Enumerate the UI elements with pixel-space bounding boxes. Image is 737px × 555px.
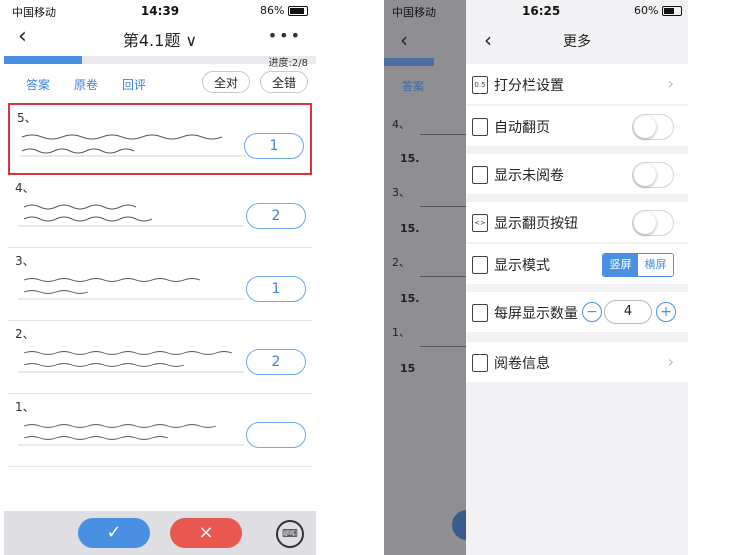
- status-bar: 中国移动 14:39 86%: [4, 0, 316, 22]
- setting-label: 自动翻页: [494, 120, 550, 136]
- setting-label: 打分栏设置: [494, 78, 564, 94]
- confirm-button[interactable]: ✓: [78, 518, 150, 548]
- answer-link[interactable]: 答案: [26, 76, 50, 93]
- bg-line: [420, 206, 466, 207]
- bottom-action-bar: ✓ × ⌨: [4, 511, 316, 555]
- review-link[interactable]: 回评: [122, 76, 146, 93]
- score-badge[interactable]: 2: [246, 203, 306, 229]
- setting-label: 显示模式: [494, 258, 550, 274]
- question-number: 2、: [15, 327, 35, 341]
- setting-page-buttons: <> 显示翻页按钮: [466, 202, 688, 242]
- battery-indicator: 60%: [634, 4, 682, 17]
- handwritten-answer-image: [18, 204, 244, 227]
- panel-header: ‹ 更多: [466, 28, 688, 54]
- page-buttons-toggle[interactable]: [632, 210, 674, 236]
- count-stepper: − 4 +: [582, 300, 676, 324]
- status-bar: 中国移动: [384, 0, 466, 22]
- setting-label: 显示未阅卷: [494, 168, 564, 184]
- question-number: 3、: [15, 254, 35, 268]
- panel-title: 更多: [563, 34, 591, 50]
- setting-auto-page: 自动翻页: [466, 106, 688, 146]
- right-screen: 中国移动 ‹ 答案 4、 15. 3、 15. 2、 15. 1、 15 16:…: [384, 0, 688, 555]
- landscape-option[interactable]: 横屏: [638, 254, 673, 276]
- score-badge[interactable]: 1: [246, 276, 306, 302]
- question-number: 4、: [15, 181, 35, 195]
- list-icon: [472, 304, 488, 322]
- question-item[interactable]: 3、 1: [8, 248, 312, 321]
- progress-fill: [384, 58, 434, 66]
- dimmed-background[interactable]: 中国移动 ‹ 答案 4、 15. 3、 15. 2、 15. 1、 15: [384, 0, 482, 555]
- battery-percent: 60%: [634, 4, 659, 17]
- setting-label: 显示翻页按钮: [494, 216, 578, 232]
- setting-per-screen-count: 每屏显示数量 − 4 +: [466, 292, 688, 332]
- setting-label: 每屏显示数量: [494, 306, 578, 322]
- setting-display-mode: 显示模式 竖屏 横屏: [466, 244, 688, 284]
- battery-icon: [288, 6, 308, 16]
- bg-row-label: 4、: [392, 118, 410, 131]
- carrier-label: 中国移动: [392, 6, 436, 19]
- auto-page-toggle[interactable]: [632, 114, 674, 140]
- battery-indicator: 86%: [260, 4, 308, 17]
- all-right-button[interactable]: 全对: [202, 71, 250, 93]
- layout-icon: [472, 256, 488, 274]
- info-doc-icon: [472, 354, 488, 372]
- battery-percent: 86%: [260, 4, 285, 17]
- handwritten-answer-image: [20, 134, 246, 157]
- keyboard-icon[interactable]: ⌨: [276, 520, 304, 548]
- bg-line: [420, 134, 466, 135]
- display-mode-segment: 竖屏 横屏: [602, 253, 674, 277]
- bg-line: [420, 276, 466, 277]
- all-wrong-button[interactable]: 全错: [260, 71, 308, 93]
- time-label: 16:25: [522, 4, 561, 18]
- handwritten-answer-image: [18, 278, 244, 300]
- question-list: 5、 1 4、 2 3、 1 2、 2 1、: [8, 103, 312, 467]
- count-value[interactable]: 4: [604, 300, 652, 324]
- chevron-right-icon: ›: [667, 74, 674, 93]
- bg-line: [420, 346, 466, 347]
- original-paper-link[interactable]: 原卷: [74, 76, 98, 93]
- bg-row-label: 3、: [392, 186, 410, 199]
- score-bar-icon: 0.5: [472, 76, 488, 94]
- question-item[interactable]: 5、 1: [8, 103, 312, 175]
- chevron-right-icon: ›: [667, 352, 674, 371]
- question-number: 5、: [17, 111, 37, 125]
- portrait-option[interactable]: 竖屏: [603, 254, 638, 276]
- plus-button[interactable]: +: [656, 302, 676, 322]
- show-unread-toggle[interactable]: [632, 162, 674, 188]
- setting-review-info[interactable]: 阅卷信息 ›: [466, 342, 688, 382]
- handwritten-answer-image: [18, 351, 244, 373]
- document-icon: [472, 166, 488, 184]
- nav-bar: ‹ 第4.1题 ∨ •••: [4, 24, 316, 54]
- wrong-button[interactable]: ×: [170, 518, 242, 548]
- bg-row-label: 2、: [392, 256, 410, 269]
- minus-button[interactable]: −: [582, 302, 602, 322]
- back-icon: ‹: [400, 28, 408, 52]
- progress-label: 进度:2/8: [268, 58, 308, 69]
- more-menu-button[interactable]: •••: [268, 26, 302, 45]
- question-item[interactable]: 4、 2: [8, 175, 312, 248]
- code-icon: <>: [472, 214, 488, 232]
- battery-icon: [662, 6, 682, 16]
- progress-fill: [4, 56, 82, 64]
- auto-page-icon: [472, 118, 488, 136]
- setting-show-unread: 显示未阅卷: [466, 154, 688, 194]
- more-settings-panel: 16:25 60% ‹ 更多 0.5 打分栏设置 › 自动翻页 显示未阅卷 <>: [466, 0, 688, 555]
- question-item[interactable]: 1、: [8, 394, 312, 467]
- score-badge[interactable]: 1: [244, 133, 304, 159]
- left-screen: 中国移动 14:39 86% ‹ 第4.1题 ∨ ••• 进度:2/8 答案 原…: [4, 0, 316, 555]
- setting-score-bar[interactable]: 0.5 打分栏设置 ›: [466, 64, 688, 104]
- bg-row-label: 1、: [392, 326, 410, 339]
- setting-label: 阅卷信息: [494, 356, 550, 372]
- handwritten-answer-image: [18, 424, 244, 446]
- status-bar: 16:25 60%: [466, 0, 688, 22]
- score-badge[interactable]: 2: [246, 349, 306, 375]
- question-number: 1、: [15, 400, 35, 414]
- question-item[interactable]: 2、 2: [8, 321, 312, 394]
- review-toolbar: 答案 原卷 回评 全对 全错: [4, 70, 316, 98]
- score-badge-empty[interactable]: [246, 422, 306, 448]
